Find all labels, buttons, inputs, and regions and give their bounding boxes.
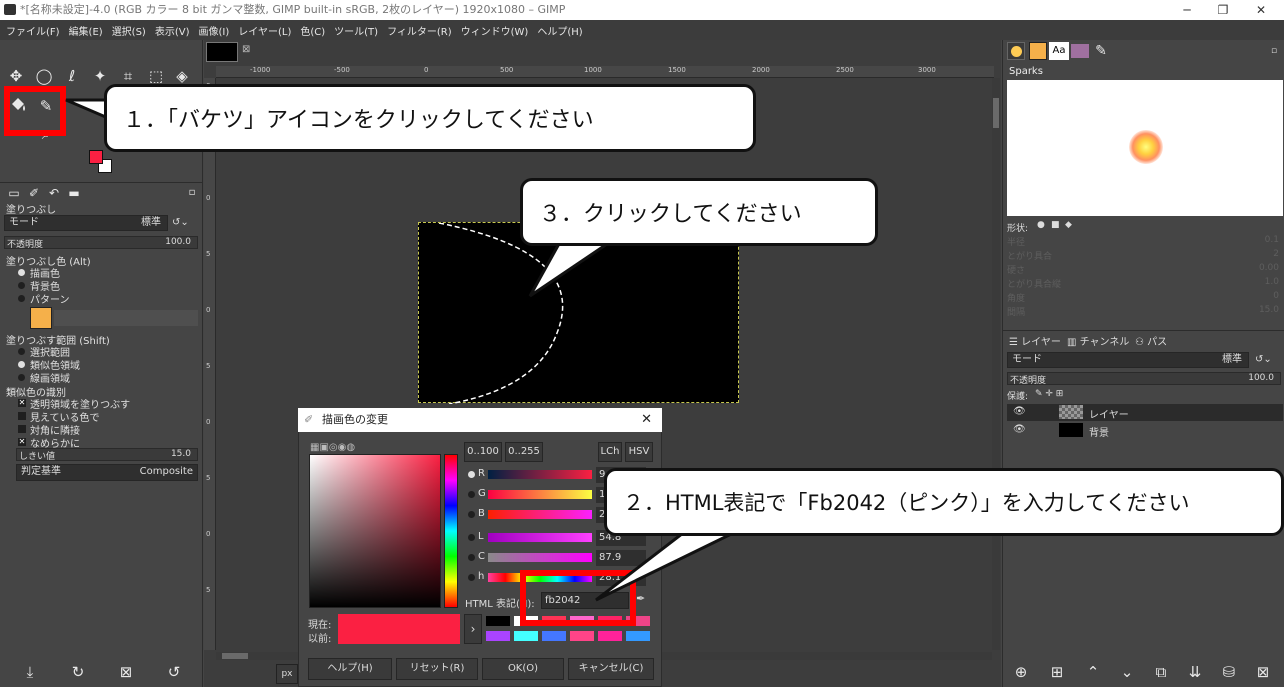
callout-step3: ３．クリックしてください	[520, 178, 878, 246]
callout-step1: １．「バケツ」アイコンをクリックしてください	[104, 84, 756, 152]
callout-step2-text: ２．HTML表記で「Fb2042（ピンク）」を入力してください	[623, 491, 1190, 515]
callout-step2: ２．HTML表記で「Fb2042（ピンク）」を入力してください	[604, 468, 1284, 536]
callout-step3-text: ３．クリックしてください	[539, 202, 802, 227]
callout-step1-text: １．「バケツ」アイコンをクリックしてください	[123, 108, 594, 133]
